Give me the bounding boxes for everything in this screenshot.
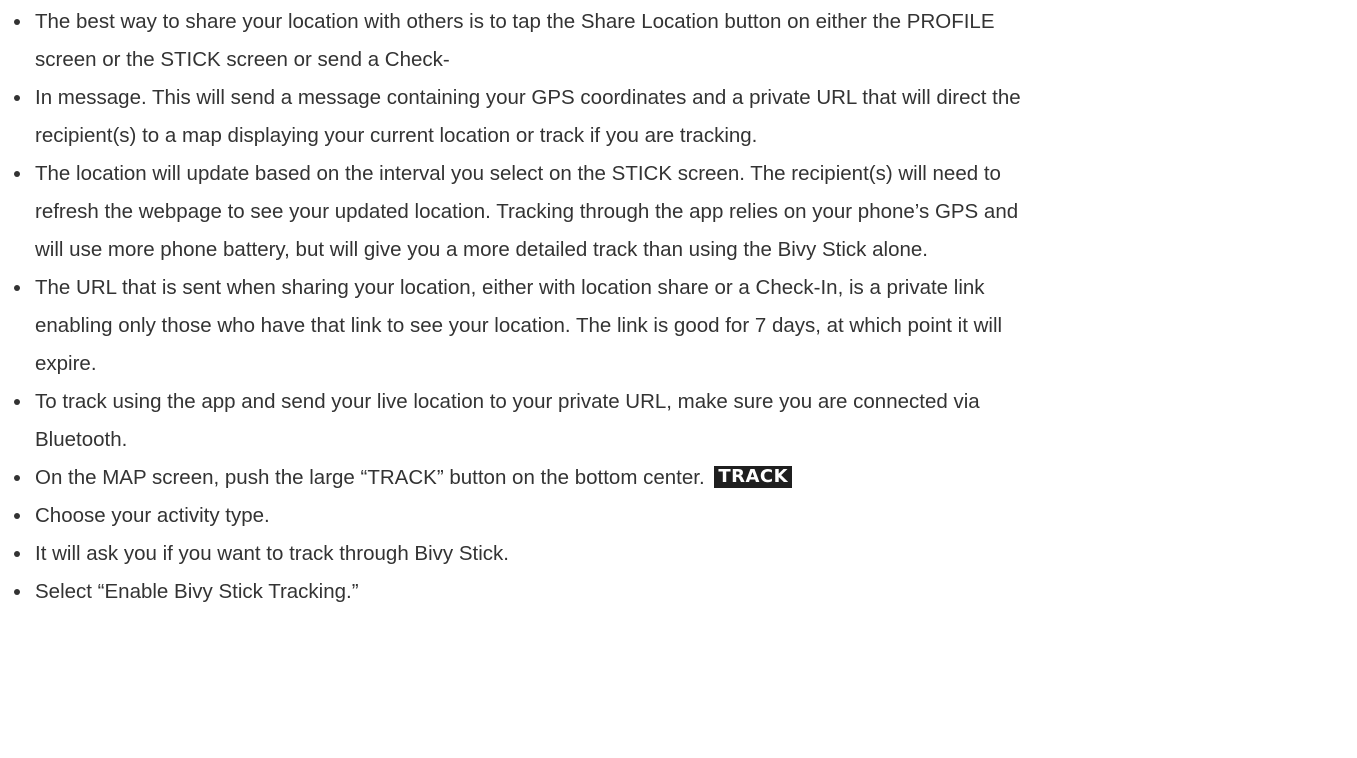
list-item-line: screen or the STICK screen or send a Che… — [35, 48, 450, 71]
list-item-line: The best way to share your location with… — [35, 10, 995, 33]
list-item: The location will update based on the in… — [0, 155, 1340, 269]
instruction-list: The best way to share your location with… — [0, 3, 1340, 611]
track-button-image: TRACK — [714, 466, 793, 488]
bullet-icon — [14, 589, 20, 595]
bullet-icon — [14, 551, 20, 557]
list-item: On the MAP screen, push the large “TRACK… — [0, 459, 1340, 497]
list-item-line: recipient(s) to a map displaying your cu… — [35, 124, 758, 147]
list-item-line: It will ask you if you want to track thr… — [35, 542, 509, 565]
list-item: Select “Enable Bivy Stick Tracking.” — [0, 573, 1340, 611]
list-item-line: Bluetooth. — [35, 428, 128, 451]
list-item-line: enabling only those who have that link t… — [35, 314, 1003, 337]
list-item: Choose your activity type. — [0, 497, 1340, 535]
list-item-line: Select “Enable Bivy Stick Tracking.” — [35, 580, 359, 603]
list-item-line: expire. — [35, 352, 97, 375]
list-item-line: The URL that is sent when sharing your l… — [35, 276, 985, 299]
bullet-icon — [14, 285, 20, 291]
bullet-icon — [14, 475, 20, 481]
list-item-line: refresh the webpage to see your updated … — [35, 200, 1019, 223]
list-item: In message. This will send a message con… — [0, 79, 1340, 155]
bullet-icon — [14, 399, 20, 405]
bullet-icon — [14, 513, 20, 519]
list-item: The best way to share your location with… — [0, 3, 1340, 79]
list-item-line: will use more phone battery, but will gi… — [35, 238, 928, 261]
bullet-icon — [14, 171, 20, 177]
list-item: To track using the app and send your liv… — [0, 383, 1340, 459]
list-item-line: On the MAP screen, push the large “TRACK… — [35, 466, 705, 489]
bullet-icon — [14, 19, 20, 25]
list-item: The URL that is sent when sharing your l… — [0, 269, 1340, 383]
list-item-line: To track using the app and send your liv… — [35, 390, 980, 413]
list-item-line: Choose your activity type. — [35, 504, 270, 527]
list-item: It will ask you if you want to track thr… — [0, 535, 1340, 573]
list-item-line: In message. This will send a message con… — [35, 86, 1021, 109]
bullet-icon — [14, 95, 20, 101]
list-item-line: The location will update based on the in… — [35, 162, 1001, 185]
